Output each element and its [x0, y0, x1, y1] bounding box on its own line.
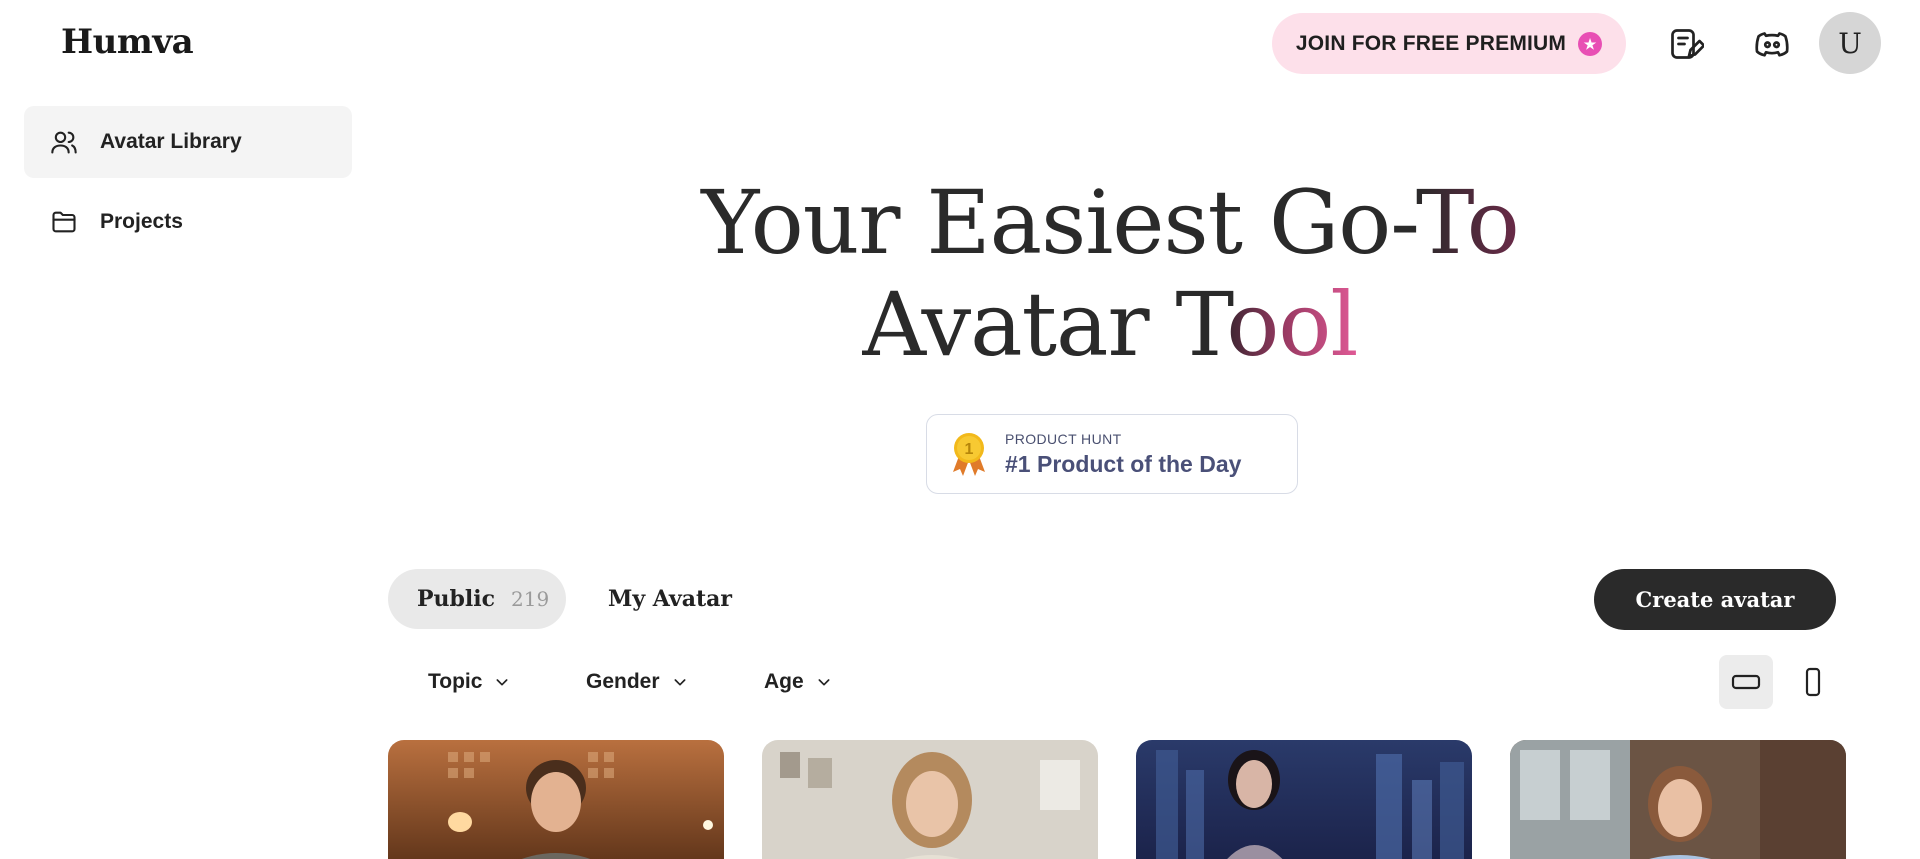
tab-public-count: 219: [511, 587, 550, 611]
landscape-icon: [1731, 674, 1761, 690]
filter-label: Age: [764, 670, 804, 693]
hero-line2-accent: ool: [1226, 273, 1358, 376]
portrait-icon: [1805, 667, 1821, 697]
users-icon: [51, 131, 77, 154]
portrait-view-toggle[interactable]: [1786, 655, 1840, 709]
hero-line1: Your Easiest Go-: [701, 171, 1417, 274]
avatar-thumbnail: [762, 740, 1098, 859]
tab-public[interactable]: Public 219: [388, 569, 566, 629]
logo[interactable]: Humva: [61, 22, 194, 62]
avatar-thumbnail: [1136, 740, 1472, 859]
chevron-down-icon: [496, 679, 508, 686]
filter-topic[interactable]: Topic: [428, 670, 510, 694]
discord-icon[interactable]: [1750, 22, 1794, 66]
avatar-card[interactable]: [1136, 740, 1472, 859]
filter-gender[interactable]: Gender: [586, 670, 688, 694]
avatar-thumbnail: [1510, 740, 1846, 859]
filter-label: Gender: [586, 670, 660, 693]
tab-public-label: Public: [417, 586, 496, 612]
filter-age[interactable]: Age: [764, 670, 832, 694]
badge-big-text: #1 Product of the Day: [1005, 450, 1242, 477]
notes-edit-icon[interactable]: [1664, 22, 1708, 66]
avatar-card[interactable]: [388, 740, 724, 859]
product-hunt-badge[interactable]: 1 PRODUCT HUNT #1 Product of the Day: [926, 414, 1298, 494]
avatar-card[interactable]: [762, 740, 1098, 859]
join-premium-button[interactable]: JOIN FOR FREE PREMIUM ★: [1272, 13, 1626, 74]
tab-my-avatar[interactable]: My Avatar: [608, 569, 732, 629]
user-avatar[interactable]: U: [1819, 12, 1881, 74]
avatar-thumbnail: [388, 740, 724, 859]
hero-title: Your Easiest Go-To Avatar Tool: [440, 172, 1780, 376]
sidebar-item-label: Projects: [100, 210, 183, 233]
sidebar-item-projects[interactable]: Projects: [24, 186, 352, 258]
filter-label: Topic: [428, 670, 483, 693]
avatar-card[interactable]: [1510, 740, 1846, 859]
premium-label: JOIN FOR FREE PREMIUM: [1295, 31, 1567, 55]
create-avatar-button[interactable]: Create avatar: [1594, 569, 1836, 630]
badge-small-text: PRODUCT HUNT: [1005, 430, 1122, 447]
tab-my-avatar-label: My Avatar: [608, 586, 733, 612]
star-icon: ★: [1578, 31, 1603, 56]
medal-icon: 1: [953, 433, 985, 476]
folder-icon: [52, 211, 76, 233]
hero-line1-accent: To: [1415, 171, 1520, 274]
chevron-down-icon: [674, 679, 686, 686]
chevron-down-icon: [818, 679, 830, 686]
sidebar-item-label: Avatar Library: [100, 130, 242, 153]
hero-line2: Avatar T: [862, 273, 1227, 376]
sidebar-item-avatar-library[interactable]: Avatar Library: [24, 106, 352, 178]
landscape-view-toggle[interactable]: [1719, 655, 1773, 709]
medal-number: 1: [965, 441, 974, 458]
